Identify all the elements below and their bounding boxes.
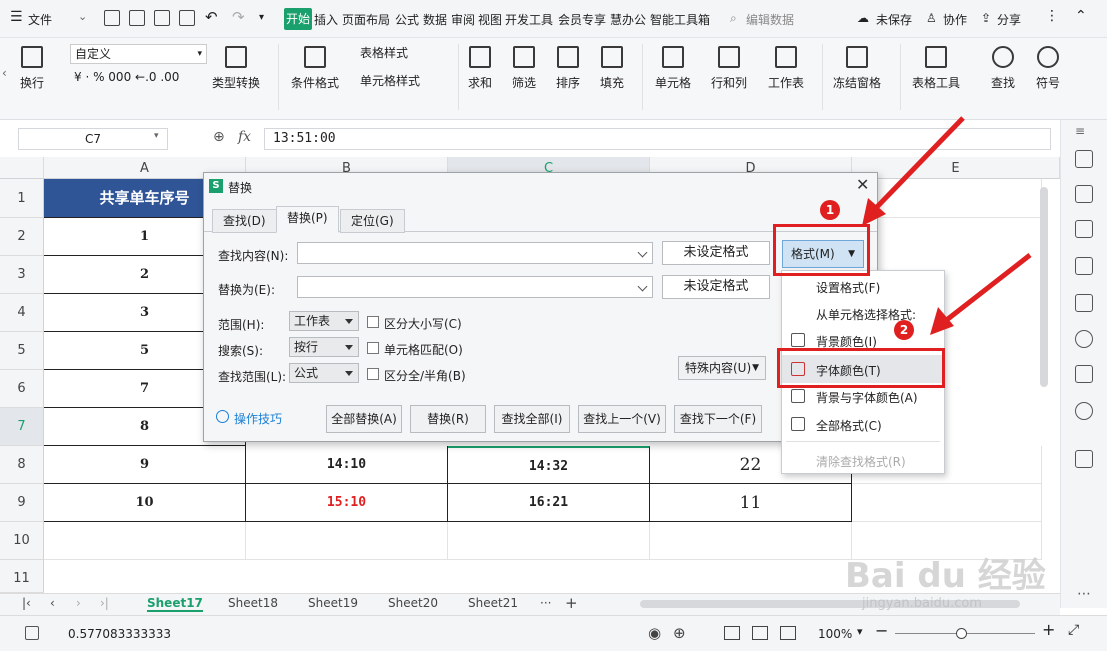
annotation-arrows [862, 116, 1032, 335]
arrow-line [872, 116, 965, 212]
arrow-head [930, 307, 954, 335]
arrow-line [942, 253, 1032, 324]
